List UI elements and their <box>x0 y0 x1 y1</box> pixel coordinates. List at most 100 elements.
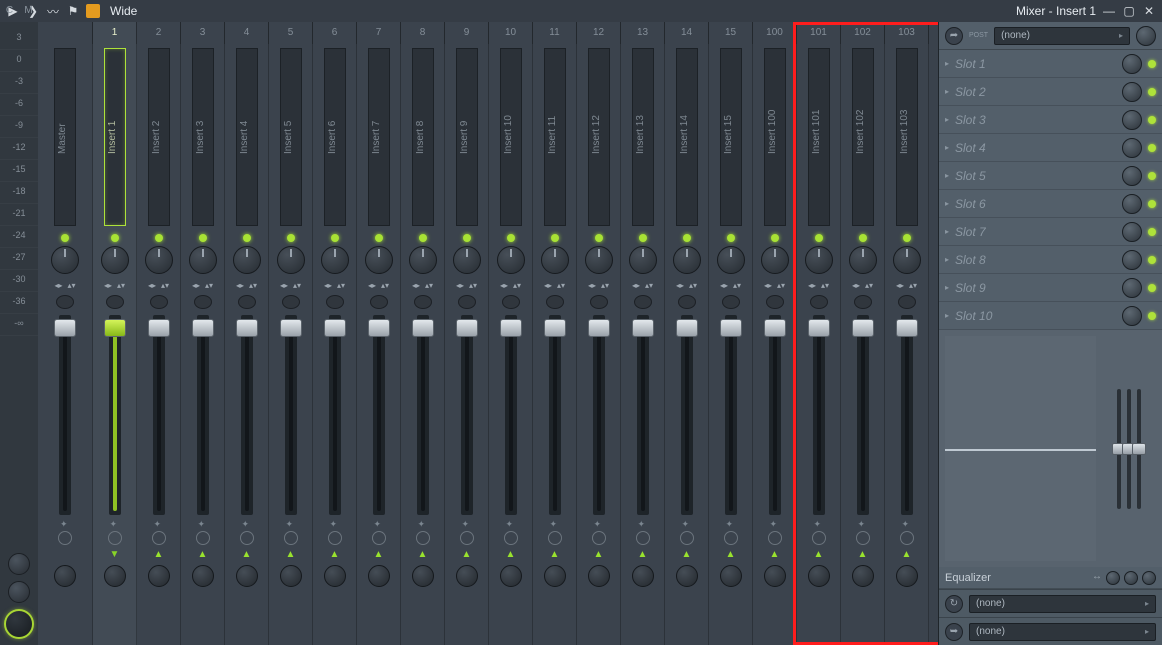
route-caret-icon[interactable]: ▲ <box>770 549 780 559</box>
pan-knob[interactable] <box>453 246 481 274</box>
slot-mix-knob[interactable] <box>1122 138 1142 158</box>
track-insert[interactable]: Insert 8◂▸▴▾✦▲ <box>401 22 445 645</box>
wave-icon[interactable]: 〰 <box>46 4 60 18</box>
track-insert[interactable]: Insert 12◂▸▴▾✦▲ <box>577 22 621 645</box>
slot-menu-icon[interactable]: ▸ <box>945 199 949 208</box>
mute-led[interactable] <box>771 234 779 242</box>
fx-enable-icon[interactable]: ✦ <box>462 519 472 529</box>
send-knob[interactable] <box>148 565 170 587</box>
fx-enable-icon[interactable]: ✦ <box>858 519 868 529</box>
mute-led[interactable] <box>815 234 823 242</box>
track-insert[interactable]: Insert 6◂▸▴▾✦▲ <box>313 22 357 645</box>
volume-fader[interactable] <box>59 315 71 515</box>
fx-enable-icon[interactable]: ✦ <box>110 519 120 529</box>
track-header[interactable]: 7 <box>357 22 401 44</box>
out1-route-icon[interactable]: ↻ <box>945 595 963 613</box>
send-knob[interactable] <box>54 565 76 587</box>
track-insert[interactable]: Insert 101◂▸▴▾✦▲ <box>797 22 841 645</box>
track-header[interactable]: 14 <box>665 22 709 44</box>
track-delay-knob[interactable] <box>328 531 342 545</box>
stereo-sep-knob[interactable] <box>810 295 828 309</box>
slot-menu-icon[interactable]: ▸ <box>945 227 949 236</box>
volume-fader[interactable] <box>681 315 693 515</box>
track-header[interactable]: 3 <box>181 22 225 44</box>
fx-enable-icon[interactable]: ✦ <box>330 519 340 529</box>
route-caret-icon[interactable]: ▲ <box>550 549 560 559</box>
track-header[interactable]: 4 <box>225 22 269 44</box>
swap-arrows[interactable]: ◂▸▴▾ <box>851 280 875 291</box>
pan-knob[interactable] <box>277 246 305 274</box>
track-header[interactable]: 5 <box>269 22 313 44</box>
volume-fader[interactable] <box>901 315 913 515</box>
route-caret-icon[interactable]: ▲ <box>330 549 340 559</box>
fx-enable-icon[interactable]: ✦ <box>418 519 428 529</box>
route-caret-icon[interactable]: ▲ <box>506 549 516 559</box>
fx-slot[interactable]: ▸Slot 1 <box>939 50 1162 78</box>
send-knob[interactable] <box>896 565 918 587</box>
track-master[interactable]: Master◂▸▴▾✦▲ <box>38 22 93 645</box>
send-knob[interactable] <box>280 565 302 587</box>
track-header[interactable]: 12 <box>577 22 621 44</box>
track-delay-knob[interactable] <box>58 531 72 545</box>
send-knob[interactable] <box>368 565 390 587</box>
slot-mix-knob[interactable] <box>1122 110 1142 130</box>
track-delay-knob[interactable] <box>504 531 518 545</box>
track-insert[interactable]: Insert 2◂▸▴▾✦▲ <box>137 22 181 645</box>
track-delay-knob[interactable] <box>636 531 650 545</box>
pan-knob[interactable] <box>409 246 437 274</box>
send-knob[interactable] <box>720 565 742 587</box>
track-header[interactable]: 9 <box>445 22 489 44</box>
track-insert[interactable]: Insert 13◂▸▴▾✦▲ <box>621 22 665 645</box>
track-delay-knob[interactable] <box>416 531 430 545</box>
volume-fader[interactable] <box>813 315 825 515</box>
slot-enable-led[interactable] <box>1148 312 1156 320</box>
slot-mix-knob[interactable] <box>1122 222 1142 242</box>
slot-mix-knob[interactable] <box>1122 306 1142 326</box>
swap-arrows[interactable]: ◂▸▴▾ <box>323 280 347 291</box>
slot-enable-led[interactable] <box>1148 116 1156 124</box>
track-header[interactable]: 6 <box>313 22 357 44</box>
slot-menu-icon[interactable]: ▸ <box>945 143 949 152</box>
slot-menu-icon[interactable]: ▸ <box>945 283 949 292</box>
aux-knob-b[interactable] <box>8 581 30 603</box>
stereo-sep-knob[interactable] <box>370 295 388 309</box>
pan-knob[interactable] <box>145 246 173 274</box>
out1-dropdown[interactable]: (none) ▸ <box>969 595 1156 613</box>
swap-arrows[interactable]: ◂▸▴▾ <box>147 280 171 291</box>
send-knob[interactable] <box>544 565 566 587</box>
track-header[interactable]: 8 <box>401 22 445 44</box>
stereo-sep-knob[interactable] <box>326 295 344 309</box>
swap-arrows[interactable]: ◂▸▴▾ <box>235 280 259 291</box>
route-caret-icon[interactable]: ▲ <box>242 549 252 559</box>
track-insert[interactable]: Insert 10◂▸▴▾✦▲ <box>489 22 533 645</box>
route-caret-icon[interactable]: ▲ <box>682 549 692 559</box>
mute-led[interactable] <box>155 234 163 242</box>
send-knob[interactable] <box>192 565 214 587</box>
slot-enable-led[interactable] <box>1148 228 1156 236</box>
track-delay-knob[interactable] <box>856 531 870 545</box>
fx-enable-icon[interactable]: ✦ <box>198 519 208 529</box>
route-caret-icon[interactable]: ▲ <box>198 549 208 559</box>
slot-mix-knob[interactable] <box>1122 250 1142 270</box>
stereo-sep-knob[interactable] <box>546 295 564 309</box>
fx-enable-icon[interactable]: ✦ <box>154 519 164 529</box>
stereo-sep-knob[interactable] <box>590 295 608 309</box>
mute-led[interactable] <box>683 234 691 242</box>
volume-fader[interactable] <box>461 315 473 515</box>
eq-slider-mid[interactable] <box>1127 389 1131 509</box>
track-delay-knob[interactable] <box>724 531 738 545</box>
stereo-sep-knob[interactable] <box>854 295 872 309</box>
slot-mix-knob[interactable] <box>1122 278 1142 298</box>
stereo-sep-knob[interactable] <box>414 295 432 309</box>
slot-menu-icon[interactable]: ▸ <box>945 115 949 124</box>
preset-name[interactable]: Wide <box>110 4 137 18</box>
pan-knob[interactable] <box>541 246 569 274</box>
stereo-sep-knob[interactable] <box>898 295 916 309</box>
track-insert[interactable]: Insert 15◂▸▴▾✦▲ <box>709 22 753 645</box>
fx-slot[interactable]: ▸Slot 3 <box>939 106 1162 134</box>
fx-slot[interactable]: ▸Slot 9 <box>939 274 1162 302</box>
corner-c[interactable]: C <box>0 0 19 22</box>
track-header[interactable]: 101 <box>797 22 841 44</box>
swap-arrows[interactable]: ◂▸▴▾ <box>587 280 611 291</box>
eq-freq-mid[interactable] <box>1124 571 1138 585</box>
